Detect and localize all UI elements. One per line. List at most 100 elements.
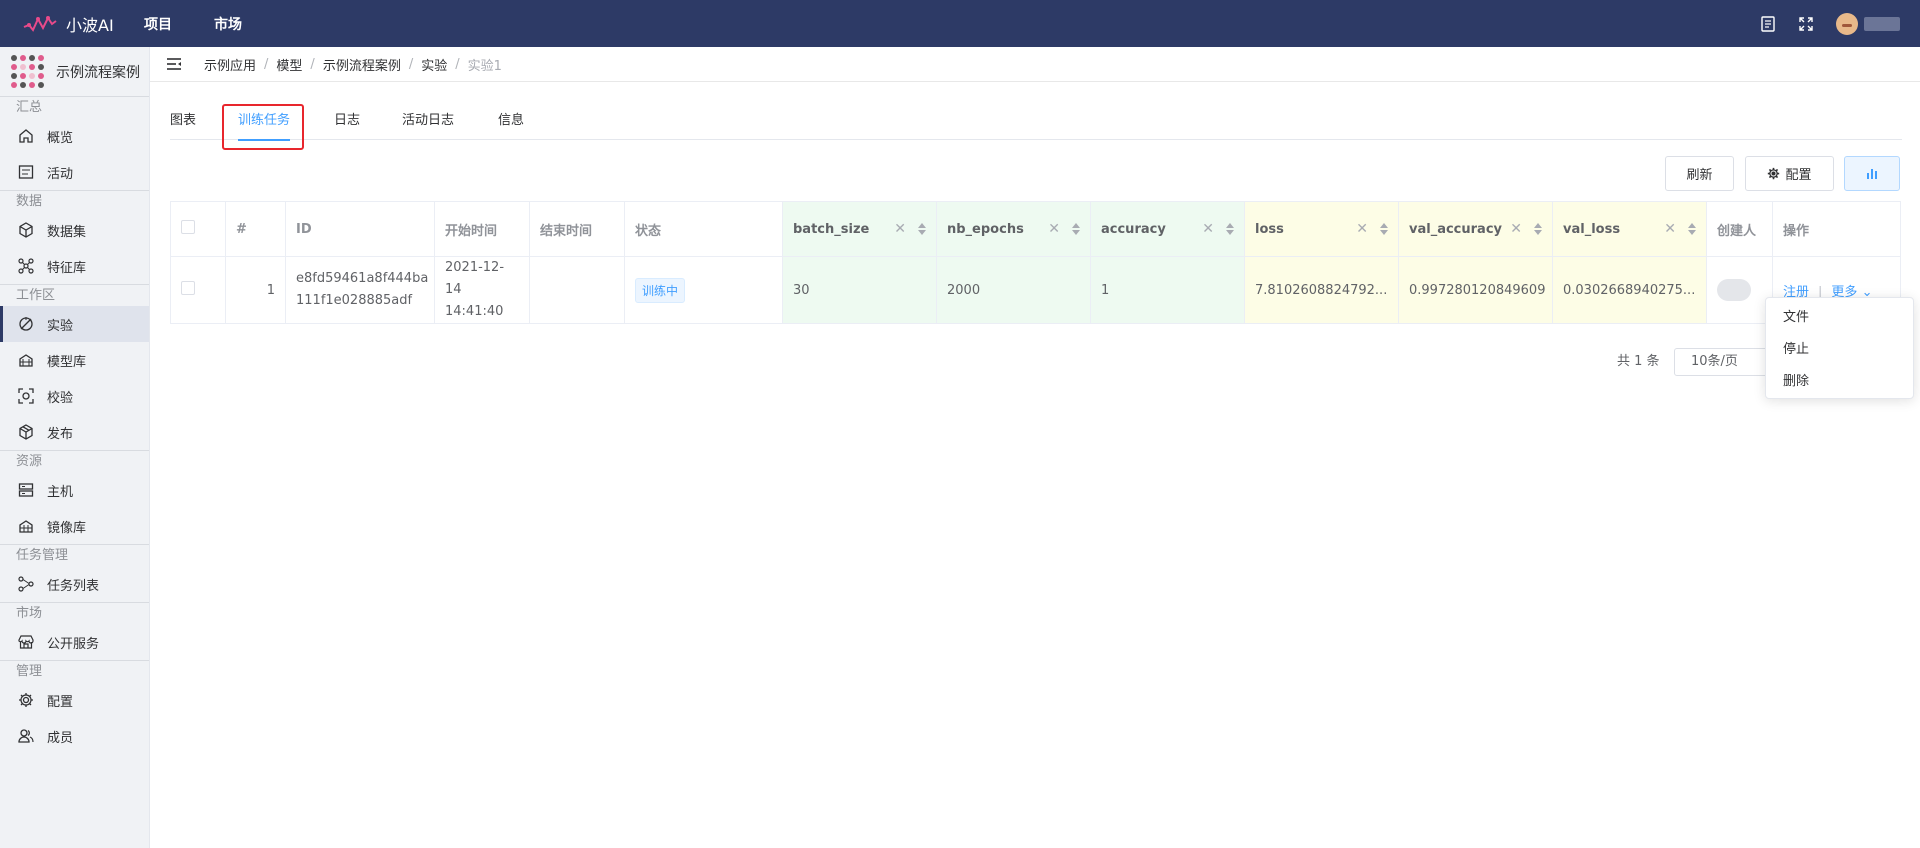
col-val-loss[interactable]: val_loss ✕	[1552, 201, 1707, 257]
breadcrumb-item[interactable]: 模型	[276, 55, 302, 74]
select-all-checkbox[interactable]	[181, 220, 195, 234]
sidebar-item-model-repo[interactable]: 模型库	[0, 342, 149, 378]
sidebar-item-overview[interactable]: 概览	[0, 118, 149, 154]
sort-icon[interactable]	[1072, 223, 1080, 235]
sidebar-item-label: 特征库	[47, 260, 87, 276]
wave-logo-icon	[23, 15, 57, 32]
section-title: 汇总	[0, 96, 149, 118]
gear-icon	[19, 693, 33, 707]
chart-view-button[interactable]	[1844, 156, 1900, 191]
row-status-cell: 训练中	[624, 256, 783, 324]
document-icon[interactable]	[1758, 14, 1778, 34]
table-header-row: # ID 开始时间 结束时间 状态 batch_size ✕ nb_epochs ✕…	[170, 201, 1901, 257]
experiment-icon	[19, 317, 33, 331]
sidebar-item-experiment[interactable]: 实验	[0, 306, 149, 342]
sidebar-item-features[interactable]: 特征库	[0, 248, 149, 284]
fullscreen-icon[interactable]	[1796, 14, 1816, 34]
close-icon[interactable]: ✕	[894, 221, 906, 237]
top-bar: 小波AI 项目 市场	[0, 0, 1920, 47]
row-val-loss: 0.0302668940275...	[1552, 256, 1707, 324]
row-checkbox-cell	[170, 256, 226, 324]
project-header[interactable]: 示例流程案例	[0, 47, 149, 96]
section-title: 任务管理	[0, 544, 149, 566]
section-title: 资源	[0, 450, 149, 472]
sidebar-item-label: 任务列表	[47, 578, 100, 594]
col-batch-size[interactable]: batch_size ✕	[782, 201, 937, 257]
app-logo[interactable]: 小波AI	[22, 12, 122, 36]
close-icon[interactable]: ✕	[1356, 221, 1368, 237]
row-start-time: 2021-12-14 14:41:40	[434, 256, 530, 324]
refresh-button[interactable]: 刷新	[1665, 156, 1734, 191]
tab-activity-logs[interactable]: 活动日志	[402, 104, 454, 140]
sort-icon[interactable]	[1226, 223, 1234, 235]
sidebar-item-label: 主机	[47, 484, 74, 500]
menu-toggle-icon[interactable]	[166, 57, 182, 71]
sidebar-item-activity[interactable]: 活动	[0, 154, 149, 190]
menu-item-delete[interactable]: 删除	[1766, 366, 1913, 398]
sidebar-item-validate[interactable]: 校验	[0, 378, 149, 414]
breadcrumb: 示例应用 / 模型 / 示例流程案例 / 实验 / 实验1	[150, 47, 1920, 82]
breadcrumb-item[interactable]: 示例流程案例	[323, 55, 401, 74]
sidebar-item-label: 数据集	[47, 224, 87, 240]
section-title: 管理	[0, 660, 149, 682]
col-val-accuracy[interactable]: val_accuracy ✕	[1398, 201, 1553, 257]
sidebar-item-publish[interactable]: 发布	[0, 414, 149, 450]
sort-icon[interactable]	[1534, 223, 1542, 235]
col-label: loss	[1255, 221, 1284, 237]
sidebar-item-label: 公开服务	[47, 636, 100, 652]
col-loss[interactable]: loss ✕	[1244, 201, 1399, 257]
sidebar-item-config[interactable]: 配置	[0, 682, 149, 718]
sidebar-item-label: 校验	[47, 390, 74, 406]
sort-icon[interactable]	[1688, 223, 1696, 235]
tab-training-tasks[interactable]: 训练任务	[238, 104, 291, 141]
page-size-select[interactable]: 10条/页	[1674, 348, 1774, 376]
close-icon[interactable]: ✕	[1202, 221, 1214, 237]
config-button[interactable]: 配置	[1745, 156, 1834, 191]
menu-item-files[interactable]: 文件	[1766, 302, 1913, 334]
row-checkbox[interactable]	[181, 281, 195, 295]
breadcrumb-item[interactable]: 示例应用	[204, 55, 256, 74]
row-accuracy: 1	[1090, 256, 1245, 324]
sort-icon[interactable]	[1380, 223, 1388, 235]
col-label: batch_size	[793, 221, 870, 237]
col-label: val_accuracy	[1409, 221, 1503, 237]
dataset-icon	[19, 222, 33, 238]
tab-info[interactable]: 信息	[498, 104, 524, 140]
breadcrumb-item[interactable]: 实验	[421, 55, 447, 74]
sidebar-item-dataset[interactable]: 数据集	[0, 212, 149, 248]
row-id: e8fd59461a8f444ba 111f1e028885adf	[285, 256, 435, 324]
close-icon[interactable]: ✕	[1510, 221, 1522, 237]
row-val-accuracy: 0.997280120849609	[1398, 256, 1553, 324]
activity-icon	[18, 165, 34, 179]
sidebar-item-public-service[interactable]: 公开服务	[0, 624, 149, 660]
username-placeholder[interactable]	[1864, 16, 1900, 31]
col-accuracy[interactable]: accuracy ✕	[1090, 201, 1245, 257]
close-icon[interactable]: ✕	[1664, 221, 1676, 237]
tab-bar: 图表 训练任务 日志 活动日志 信息	[170, 104, 1902, 141]
sidebar-item-members[interactable]: 成员	[0, 718, 149, 754]
pagination-total: 共 1 条	[1617, 354, 1660, 369]
status-badge: 训练中	[635, 277, 686, 303]
sidebar-item-task-list[interactable]: 任务列表	[0, 566, 149, 602]
row-id-line2: 111f1e028885adf	[296, 293, 413, 308]
avatar[interactable]	[1836, 12, 1858, 35]
feature-icon	[18, 258, 34, 274]
task-icon	[18, 576, 34, 592]
sidebar-item-label: 成员	[47, 730, 74, 746]
sidebar-item-host[interactable]: 主机	[0, 472, 149, 508]
tab-logs[interactable]: 日志	[334, 104, 360, 140]
close-icon[interactable]: ✕	[1048, 221, 1060, 237]
sidebar-item-label: 活动	[47, 166, 74, 182]
menu-item-stop[interactable]: 停止	[1766, 334, 1913, 366]
row-creator-cell	[1706, 256, 1773, 324]
app-name: 小波AI	[66, 15, 114, 35]
sidebar-item-image-repo[interactable]: 镜像库	[0, 508, 149, 544]
image-repo-icon	[19, 520, 33, 533]
topnav-projects[interactable]: 项目	[144, 14, 172, 34]
sort-icon[interactable]	[918, 223, 926, 235]
col-nb-epochs[interactable]: nb_epochs ✕	[936, 201, 1091, 257]
topnav-market[interactable]: 市场	[214, 14, 242, 34]
members-icon	[18, 729, 34, 743]
tab-charts[interactable]: 图表	[170, 104, 196, 140]
row-id-line1: e8fd59461a8f444ba	[296, 271, 429, 286]
